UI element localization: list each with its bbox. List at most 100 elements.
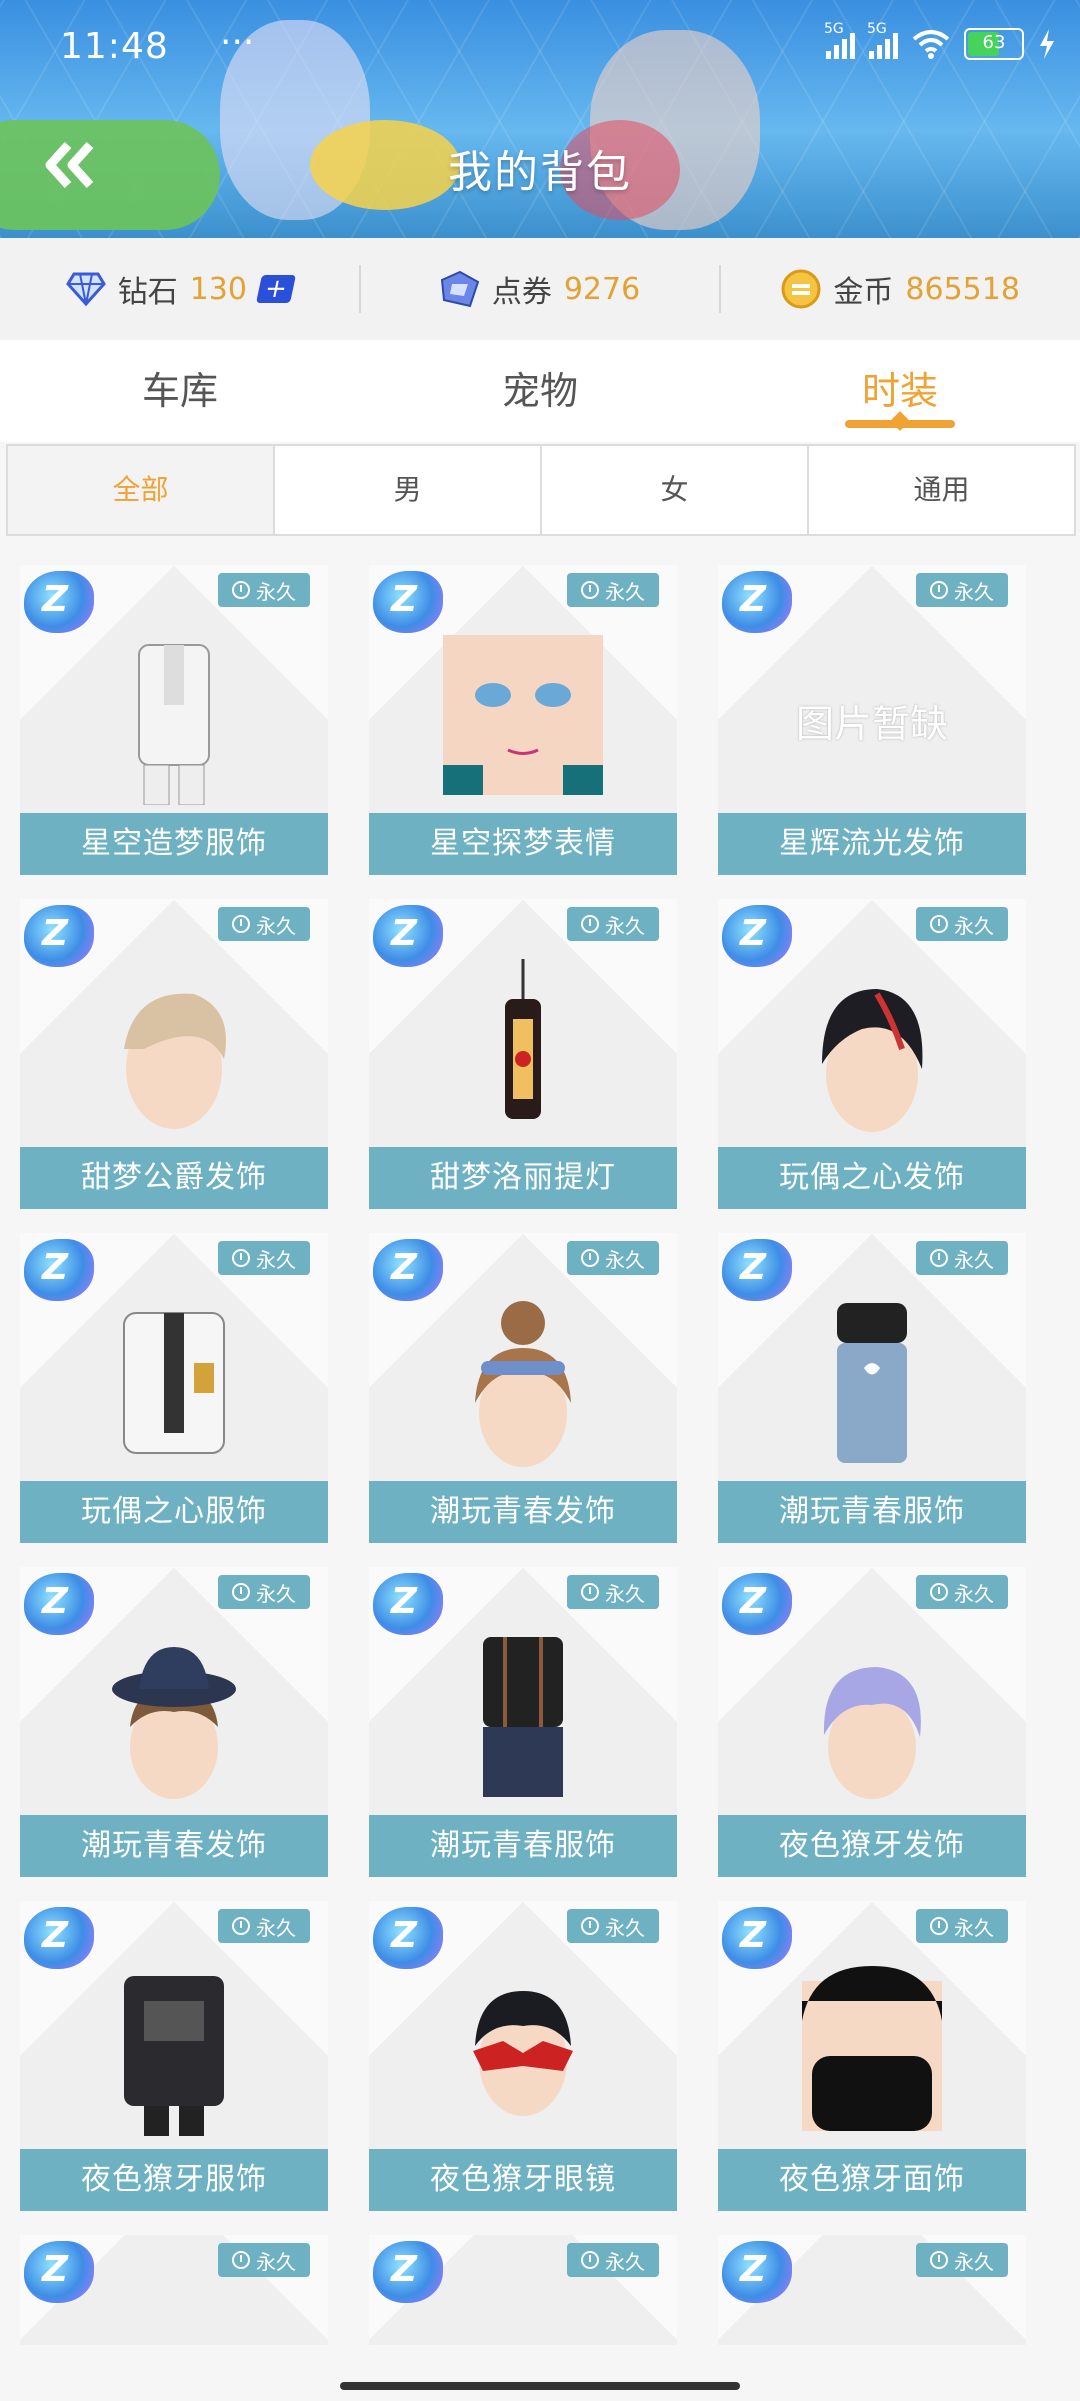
currency-gold: 金币 865518 — [721, 267, 1080, 311]
clock-icon — [581, 581, 599, 599]
level-badge-icon — [373, 905, 443, 967]
item-card[interactable]: 永久潮玩青春服饰 — [369, 1567, 677, 1877]
status-right-group: 5G 5G 63 — [824, 21, 1056, 60]
item-card[interactable]: 永久夜色獠牙服饰 — [20, 1901, 328, 2211]
coupon-icon — [440, 270, 480, 308]
item-thumbnail — [433, 959, 613, 1139]
signal-icon: 5G — [824, 21, 855, 59]
status-more-dots: ··· — [220, 22, 255, 63]
permanent-label: 永久 — [605, 579, 645, 604]
permanent-label: 永久 — [256, 1581, 296, 1606]
item-card[interactable]: 永久夜色獠牙发饰 — [718, 1567, 1026, 1877]
level-badge-icon — [722, 1907, 792, 1969]
signal-label: 5G — [824, 21, 844, 37]
image-missing-text: 图片暂缺 — [795, 702, 948, 746]
level-badge-icon — [24, 1573, 94, 1635]
item-card[interactable]: 永久潮玩青春服饰 — [718, 1233, 1026, 1543]
item-card[interactable]: 永久夜色獠牙眼镜 — [369, 1901, 677, 2211]
clock-icon — [581, 915, 599, 933]
clock-icon — [232, 1583, 250, 1601]
item-thumbnail — [782, 959, 962, 1139]
item-thumbnail — [782, 1961, 962, 2141]
item-card[interactable]: 永久星空造梦服饰 — [20, 565, 328, 875]
item-card[interactable]: 永久甜梦公爵发饰 — [20, 899, 328, 1209]
clock-icon — [232, 1249, 250, 1267]
permanent-label: 永久 — [605, 913, 645, 938]
item-card[interactable]: 永久 — [20, 2235, 328, 2345]
tab-pets[interactable]: 宠物 — [360, 340, 720, 442]
item-card[interactable]: 永久玩偶之心服饰 — [20, 1233, 328, 1543]
item-name: 潮玩青春发饰 — [369, 1481, 677, 1543]
level-badge-icon — [373, 2241, 443, 2303]
item-name: 甜梦洛丽提灯 — [369, 1147, 677, 1209]
item-card[interactable]: 永久图片暂缺星辉流光发饰 — [718, 565, 1026, 875]
level-badge-icon — [24, 1907, 94, 1969]
permanent-label: 永久 — [256, 2249, 296, 2274]
permanent-tag: 永久 — [916, 1909, 1008, 1943]
status-bar: 11:48 ··· 5G 5G 63 — [60, 21, 1056, 72]
item-name: 夜色獠牙眼镜 — [369, 2149, 677, 2211]
item-thumbnail — [433, 1293, 613, 1473]
permanent-tag: 永久 — [567, 1575, 659, 1609]
battery-icon: 63 — [964, 28, 1024, 60]
permanent-tag: 永久 — [567, 1909, 659, 1943]
clock-icon — [581, 1583, 599, 1601]
permanent-tag: 永久 — [218, 907, 310, 941]
item-card[interactable]: 永久星空探梦表情 — [369, 565, 677, 875]
recharge-plus-button[interactable]: + — [255, 274, 296, 304]
item-name: 玩偶之心发饰 — [718, 1147, 1026, 1209]
permanent-tag: 永久 — [567, 907, 659, 941]
item-thumbnail — [433, 1961, 613, 2141]
item-thumbnail — [782, 1293, 962, 1473]
signal-label-2: 5G — [867, 21, 887, 37]
tab-fashion[interactable]: 时装 — [720, 340, 1080, 442]
status-time: 11:48 — [60, 26, 169, 67]
currency-coupon: 点券 9276 — [361, 267, 720, 311]
item-thumbnail — [84, 1627, 264, 1807]
item-card[interactable]: 永久潮玩青春发饰 — [20, 1567, 328, 1877]
home-indicator — [340, 2382, 740, 2390]
item-thumbnail — [84, 1293, 264, 1473]
tab-garage[interactable]: 车库 — [0, 340, 360, 442]
filter-common[interactable]: 通用 — [809, 446, 1074, 534]
item-thumbnail — [84, 1961, 264, 2141]
item-name: 夜色獠牙服饰 — [20, 2149, 328, 2211]
diamond-icon — [65, 272, 106, 306]
item-card[interactable]: 永久甜梦洛丽提灯 — [369, 899, 677, 1209]
item-card[interactable]: 永久夜色獠牙面饰 — [718, 1901, 1026, 2211]
level-badge-icon — [373, 1239, 443, 1301]
item-card[interactable]: 永久 — [369, 2235, 677, 2345]
level-badge-icon — [373, 571, 443, 633]
item-thumbnail — [433, 625, 613, 805]
item-name: 甜梦公爵发饰 — [20, 1147, 328, 1209]
permanent-label: 永久 — [256, 913, 296, 938]
clock-icon — [581, 1917, 599, 1935]
currency-coupon-label: 点券 — [491, 275, 552, 310]
gold-coin-icon — [781, 269, 821, 309]
item-name: 星空探梦表情 — [369, 813, 677, 875]
clock-icon — [930, 915, 948, 933]
permanent-tag: 永久 — [218, 573, 310, 607]
permanent-tag: 永久 — [218, 2243, 310, 2277]
item-name: 潮玩青春服饰 — [369, 1815, 677, 1877]
permanent-tag: 永久 — [567, 2243, 659, 2277]
level-badge-icon — [24, 571, 94, 633]
clock-icon — [581, 1249, 599, 1267]
item-card[interactable]: 永久潮玩青春发饰 — [369, 1233, 677, 1543]
tab-pets-label: 宠物 — [501, 369, 578, 413]
filter-all[interactable]: 全部 — [8, 446, 275, 534]
permanent-label: 永久 — [256, 1247, 296, 1272]
filter-male[interactable]: 男 — [275, 446, 542, 534]
filter-female[interactable]: 女 — [542, 446, 809, 534]
item-card[interactable]: 永久玩偶之心发饰 — [718, 899, 1026, 1209]
item-card[interactable]: 永久 — [718, 2235, 1026, 2345]
permanent-label: 永久 — [605, 1247, 645, 1272]
permanent-label: 永久 — [954, 1915, 994, 1940]
clock-icon — [930, 581, 948, 599]
level-badge-icon — [722, 905, 792, 967]
permanent-tag: 永久 — [916, 2243, 1008, 2277]
permanent-label: 永久 — [256, 579, 296, 604]
active-tab-indicator — [845, 420, 955, 428]
clock-icon — [232, 2251, 250, 2269]
permanent-label: 永久 — [954, 1581, 994, 1606]
